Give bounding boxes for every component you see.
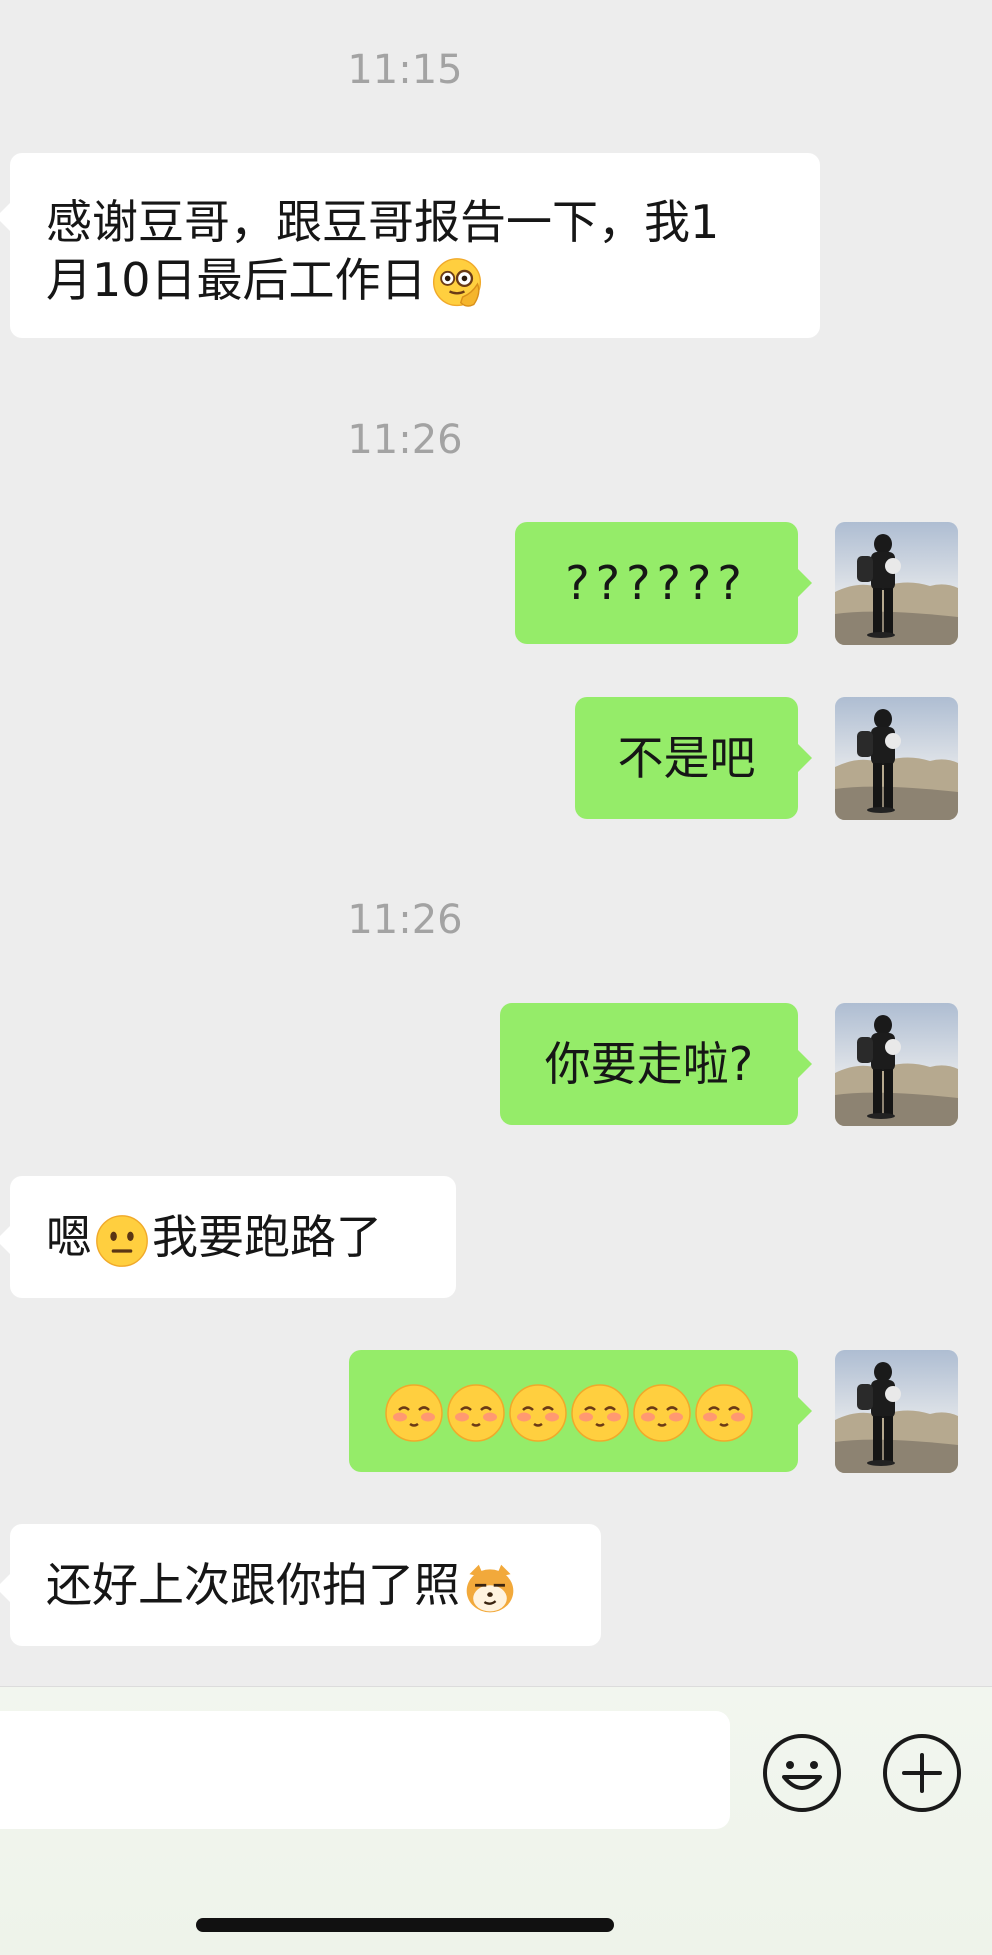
message-bubble-outgoing[interactable]: 不是吧 <box>575 697 812 819</box>
blushing-face-emoji <box>694 1383 754 1442</box>
monocle-pointing-emoji <box>432 257 481 307</box>
avatar-photo <box>835 1003 958 1126</box>
blushing-face-emoji <box>508 1383 568 1442</box>
avatar[interactable] <box>835 1003 958 1126</box>
emoji-button[interactable] <box>762 1733 842 1813</box>
timestamp: 11:26 <box>347 417 463 463</box>
blushing-face-emoji <box>384 1383 444 1442</box>
message-bubble-incoming[interactable]: 还好上次跟你拍了照 <box>0 1524 601 1646</box>
avatar-photo <box>835 1350 958 1473</box>
blushing-face-emoji <box>632 1383 692 1442</box>
message-bubble-outgoing[interactable]: ?????? <box>515 522 812 644</box>
shiba-dog-smirk-emoji <box>466 1564 514 1612</box>
message-bubble-outgoing[interactable]: 你要走啦? <box>500 1003 812 1125</box>
message-text: ?????? <box>565 556 748 610</box>
home-indicator[interactable] <box>196 1918 614 1932</box>
message-text: 你要走啦? <box>544 1037 754 1091</box>
more-button[interactable] <box>882 1733 962 1813</box>
plus-circle-icon <box>883 1734 961 1812</box>
message-text: 月10日最后工作日 <box>46 253 427 307</box>
input-bar <box>0 1686 992 1955</box>
avatar-photo <box>835 522 958 645</box>
chat-area: 11:15 感谢豆哥，跟豆哥报告一下，我1 月10日最后工作日 11:26 ??… <box>0 0 992 1686</box>
timestamp: 11:26 <box>347 897 463 943</box>
blushing-face-emoji <box>446 1383 506 1442</box>
avatar-photo <box>835 697 958 820</box>
neutral-face-emoji <box>96 1214 148 1267</box>
message-input[interactable] <box>0 1711 730 1829</box>
message-text: 不是吧 <box>617 731 756 785</box>
timestamp: 11:15 <box>347 47 463 93</box>
smiley-icon <box>763 1734 841 1812</box>
avatar[interactable] <box>835 697 958 820</box>
avatar[interactable] <box>835 1350 958 1473</box>
message-text: 感谢豆哥，跟豆哥报告一下，我1 <box>46 195 720 249</box>
message-text: 我要跑路了 <box>152 1210 382 1264</box>
avatar[interactable] <box>835 522 958 645</box>
message-text: 还好上次跟你拍了照 <box>46 1558 460 1612</box>
message-bubble-incoming[interactable]: 嗯 我要跑路了 <box>0 1176 456 1298</box>
message-text: 嗯 <box>46 1210 92 1264</box>
message-bubble-outgoing[interactable] <box>349 1350 812 1472</box>
blushing-face-emoji <box>570 1383 630 1442</box>
message-bubble-incoming[interactable]: 感谢豆哥，跟豆哥报告一下，我1 月10日最后工作日 <box>0 153 820 338</box>
